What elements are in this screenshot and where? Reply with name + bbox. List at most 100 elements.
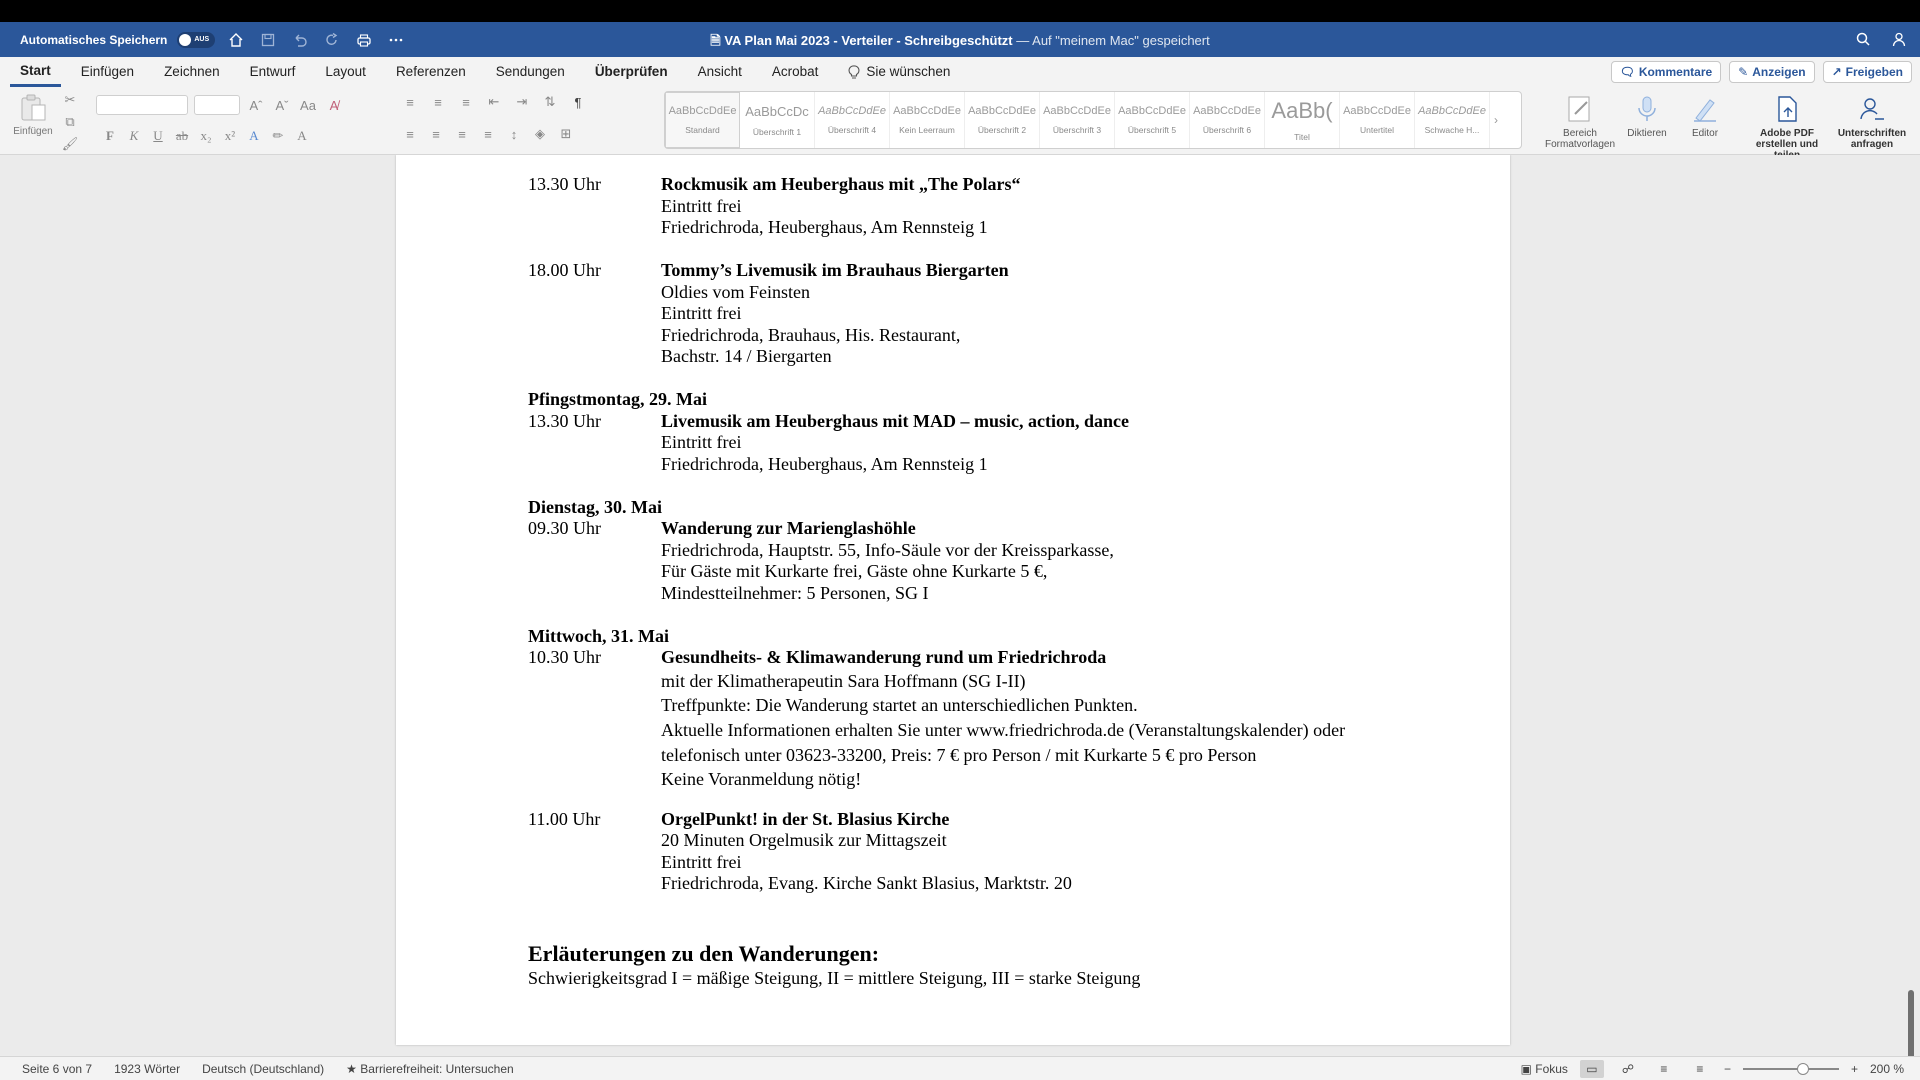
- autosave-toggle[interactable]: AUS: [177, 31, 216, 48]
- paste-button[interactable]: Einfügen: [10, 93, 56, 137]
- decrease-indent-icon[interactable]: ⇤: [484, 93, 504, 111]
- underline-icon[interactable]: U: [148, 127, 168, 145]
- zoom-out-icon[interactable]: −: [1724, 1062, 1731, 1076]
- change-case-icon[interactable]: Aa: [298, 96, 318, 114]
- focus-button[interactable]: ▣ Fokus: [1521, 1062, 1568, 1076]
- web-layout-view-icon[interactable]: ☍: [1616, 1060, 1640, 1078]
- justify-icon[interactable]: ≡: [478, 125, 498, 143]
- show-button[interactable]: ✎ Anzeigen: [1729, 61, 1815, 83]
- print-layout-view-icon[interactable]: ▭: [1579, 1060, 1604, 1078]
- system-menubar: [0, 0, 1920, 22]
- copy-icon[interactable]: ⧉: [60, 113, 80, 131]
- style-standard[interactable]: AaBbCcDdEe Standard: [665, 92, 740, 148]
- style-heading-3[interactable]: AaBbCcDdEe Überschrift 3: [1040, 92, 1115, 148]
- language-indicator[interactable]: Deutsch (Deutschland): [202, 1062, 324, 1076]
- document-body[interactable]: 13.30 Uhr Rockmusik am Heuberghaus mit „T…: [528, 174, 1428, 989]
- zoom-slider[interactable]: [1742, 1063, 1839, 1075]
- tab-layout[interactable]: Layout: [315, 57, 376, 87]
- outline-view-icon[interactable]: ≡: [1652, 1060, 1676, 1078]
- style-heading-1[interactable]: AaBbCcDc Überschrift 1: [740, 92, 815, 148]
- tab-referenzen[interactable]: Referenzen: [386, 57, 476, 87]
- italic-icon[interactable]: K: [124, 127, 144, 145]
- document-workspace[interactable]: 13.30 Uhr Rockmusik am Heuberghaus mit „T…: [0, 155, 1920, 1055]
- home-icon[interactable]: [225, 29, 247, 51]
- align-center-icon[interactable]: ≡: [426, 125, 446, 143]
- highlight-icon[interactable]: ✏: [268, 127, 288, 145]
- tab-einfuegen[interactable]: Einfügen: [71, 57, 144, 87]
- style-no-spacing[interactable]: AaBbCcDdEe Kein Leerraum: [890, 92, 965, 148]
- signatures-button[interactable]: Unterschriften anfragen: [1832, 94, 1912, 150]
- tab-ueberpruefen[interactable]: Überprüfen: [585, 57, 678, 87]
- bullet-list-icon[interactable]: ≡: [400, 93, 420, 111]
- style-title[interactable]: AaBb(Titel: [1265, 92, 1340, 148]
- zoom-in-icon[interactable]: +: [1851, 1062, 1858, 1076]
- tab-start[interactable]: Start: [10, 57, 61, 87]
- dictate-button[interactable]: Diktieren: [1620, 94, 1674, 139]
- event-detail-text: Eintritt frei: [661, 303, 742, 323]
- accessibility-check[interactable]: ★ Barrierefreiheit: Untersuchen: [346, 1062, 514, 1076]
- zoom-level[interactable]: 200 %: [1870, 1062, 1904, 1076]
- style-heading-2[interactable]: AaBbCcDdEe Überschrift 2: [965, 92, 1040, 148]
- styles-pane-button[interactable]: Bereich Formatvorlagen: [1534, 94, 1626, 150]
- document-title[interactable]: VA Plan Mai 2023 - Verteiler: [724, 33, 892, 48]
- clipboard-icon: [21, 94, 46, 121]
- print-icon[interactable]: [353, 29, 375, 51]
- shading-icon[interactable]: ◈: [530, 125, 550, 143]
- align-right-icon[interactable]: ≡: [452, 125, 472, 143]
- style-heading-6[interactable]: AaBbCcDdEe Überschrift 6: [1190, 92, 1265, 148]
- redo-icon[interactable]: [321, 29, 343, 51]
- comments-button[interactable]: 🗨 Kommentare: [1610, 61, 1722, 83]
- undo-icon[interactable]: [289, 29, 311, 51]
- cut-icon[interactable]: ✂: [60, 91, 80, 109]
- document-page[interactable]: 13.30 Uhr Rockmusik am Heuberghaus mit „T…: [396, 155, 1510, 1045]
- save-icon[interactable]: [257, 29, 279, 51]
- word-count[interactable]: 1923 Wörter: [114, 1062, 180, 1076]
- search-icon[interactable]: [1852, 28, 1874, 50]
- font-color-icon[interactable]: A: [292, 127, 312, 145]
- format-painter-icon[interactable]: 🖌: [60, 135, 80, 153]
- bold-icon[interactable]: F: [100, 127, 120, 145]
- tab-acrobat[interactable]: Acrobat: [762, 57, 829, 87]
- tell-me[interactable]: Sie wünschen: [838, 57, 960, 87]
- sort-icon[interactable]: ⇅: [540, 93, 560, 111]
- strikethrough-icon[interactable]: ab: [172, 127, 192, 145]
- vertical-scrollbar[interactable]: [1908, 153, 1918, 1060]
- style-subtitle[interactable]: AaBbCcDdEe Untertitel: [1340, 92, 1415, 148]
- shrink-font-icon[interactable]: Aˇ: [272, 96, 292, 114]
- tab-zeichnen[interactable]: Zeichnen: [154, 57, 230, 87]
- superscript-icon[interactable]: x²: [220, 127, 240, 145]
- numbered-list-icon[interactable]: ≡: [428, 93, 448, 111]
- style-subtle-emphasis[interactable]: AaBbCcDdEe Schwache H...: [1415, 92, 1490, 148]
- zoom-slider-thumb[interactable]: [1796, 1063, 1809, 1075]
- draft-view-icon[interactable]: ≡: [1688, 1060, 1712, 1078]
- style-heading-5[interactable]: AaBbCcDdEe Überschrift 5: [1115, 92, 1190, 148]
- account-icon[interactable]: [1888, 28, 1910, 50]
- font-family-dropdown[interactable]: [96, 95, 188, 115]
- pilcrow-icon[interactable]: ¶: [568, 93, 588, 111]
- styles-gallery: AaBbCcDdEe Standard AaBbCcDc Überschrift 1…: [664, 91, 1522, 149]
- event-detail: Aktuelle Informationen erhalten Sie unte…: [528, 718, 1428, 743]
- more-icon[interactable]: [385, 29, 407, 51]
- show-label: Anzeigen: [1752, 65, 1806, 79]
- text-effects-icon[interactable]: A: [244, 127, 264, 145]
- adobe-pdf-button[interactable]: Adobe PDF erstellen und teilen: [1742, 94, 1832, 161]
- grow-font-icon[interactable]: Aˆ: [246, 96, 266, 114]
- increase-indent-icon[interactable]: ⇥: [512, 93, 532, 111]
- date-heading: Mittwoch, 31. Mai: [528, 625, 669, 646]
- editor-button[interactable]: Editor: [1680, 94, 1730, 139]
- clear-formatting-icon[interactable]: A̸: [324, 96, 344, 114]
- borders-icon[interactable]: ⊞: [556, 125, 576, 143]
- multilevel-list-icon[interactable]: ≡: [456, 93, 476, 111]
- scrollbar-thumb[interactable]: [1908, 990, 1914, 1060]
- tab-entwurf[interactable]: Entwurf: [240, 57, 306, 87]
- gallery-chevron-icon[interactable]: ›: [1490, 92, 1502, 148]
- share-button[interactable]: ↗ Freigeben: [1822, 61, 1912, 83]
- style-heading-4[interactable]: AaBbCcDdEe Überschrift 4: [815, 92, 890, 148]
- page-count[interactable]: Seite 6 von 7: [22, 1062, 92, 1076]
- tab-ansicht[interactable]: Ansicht: [688, 57, 752, 87]
- align-left-icon[interactable]: ≡: [400, 125, 420, 143]
- tab-sendungen[interactable]: Sendungen: [486, 57, 575, 87]
- font-size-dropdown[interactable]: [194, 95, 240, 115]
- subscript-icon[interactable]: x₂: [196, 127, 216, 145]
- line-spacing-icon[interactable]: ↕: [504, 125, 524, 143]
